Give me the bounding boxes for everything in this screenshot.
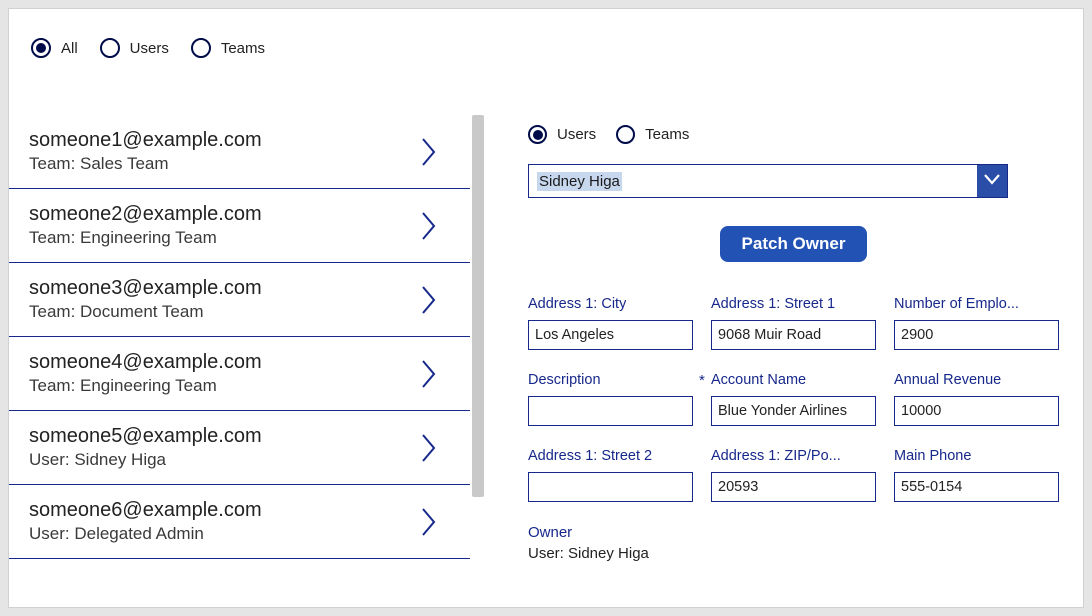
filter-users-radio[interactable]: Users <box>100 38 169 58</box>
field-label: Account Name <box>711 372 806 388</box>
field-zip: Address 1: ZIP/Po... <box>711 446 876 502</box>
scope-teams-label: Teams <box>645 126 689 143</box>
list-item[interactable]: someone4@example.com Team: Engineering T… <box>9 337 470 411</box>
scope-users-label: Users <box>557 126 596 143</box>
list-item-primary: someone2@example.com <box>29 203 262 226</box>
owner-display: Owner User: Sidney Higa <box>528 524 1059 562</box>
owner-selector-value: Sidney Higa <box>529 165 977 197</box>
radio-icon <box>191 38 211 58</box>
list-item-text: someone1@example.com Team: Sales Team <box>29 129 262 174</box>
list-item-text: someone4@example.com Team: Engineering T… <box>29 351 262 396</box>
dropdown-toggle-button[interactable] <box>977 165 1007 197</box>
list-item-text: someone3@example.com Team: Document Team <box>29 277 262 322</box>
list-item-secondary: Team: Document Team <box>29 302 262 322</box>
filter-teams-label: Teams <box>221 40 265 57</box>
list-item-secondary: Team: Engineering Team <box>29 376 262 396</box>
field-city: Address 1: City <box>528 294 693 350</box>
radio-icon <box>616 125 635 144</box>
field-label: Address 1: Street 2 <box>528 448 652 464</box>
field-phone: Main Phone <box>894 446 1059 502</box>
field-revenue: Annual Revenue <box>894 370 1059 426</box>
field-label: Description <box>528 372 601 388</box>
city-input[interactable] <box>528 320 693 350</box>
chevron-right-icon <box>420 285 438 315</box>
records-list: someone1@example.com Team: Sales Team so… <box>9 115 470 607</box>
radio-icon <box>100 38 120 58</box>
list-item-primary: someone5@example.com <box>29 425 262 448</box>
field-employees: Number of Emplo... <box>894 294 1059 350</box>
list-item-primary: someone1@example.com <box>29 129 262 152</box>
scope-users-radio[interactable]: Users <box>528 125 596 144</box>
zip-input[interactable] <box>711 472 876 502</box>
phone-input[interactable] <box>894 472 1059 502</box>
scope-radio-row: Users Teams <box>528 125 1059 144</box>
owner-selector-dropdown[interactable]: Sidney Higa <box>528 164 1008 198</box>
field-label: Annual Revenue <box>894 372 1001 388</box>
list-item[interactable]: someone6@example.com User: Delegated Adm… <box>9 485 470 559</box>
list-item-text: someone2@example.com Team: Engineering T… <box>29 203 262 248</box>
scope-teams-radio[interactable]: Teams <box>616 125 689 144</box>
filter-users-label: Users <box>130 40 169 57</box>
owner-label: Owner <box>528 524 1059 541</box>
chevron-right-icon <box>420 433 438 463</box>
list-item-secondary: User: Delegated Admin <box>29 524 262 544</box>
list-filter-row: All Users Teams <box>9 9 1083 69</box>
street2-input[interactable] <box>528 472 693 502</box>
list-item-secondary: Team: Sales Team <box>29 154 262 174</box>
list-item-secondary: User: Sidney Higa <box>29 450 262 470</box>
required-asterisk-icon: * <box>699 372 707 389</box>
app-frame: All Users Teams someone1@example.com Tea… <box>8 8 1084 608</box>
field-label: Main Phone <box>894 448 971 464</box>
street1-input[interactable] <box>711 320 876 350</box>
filter-all-label: All <box>61 40 78 57</box>
list-scrollbar[interactable] <box>472 115 484 497</box>
fields-grid: Address 1: City Address 1: Street 1 Numb… <box>528 294 1059 502</box>
list-item[interactable]: someone5@example.com User: Sidney Higa <box>9 411 470 485</box>
list-item[interactable]: someone3@example.com Team: Document Team <box>9 263 470 337</box>
chevron-right-icon <box>420 507 438 537</box>
field-street1: Address 1: Street 1 <box>711 294 876 350</box>
field-account-name: * Account Name <box>711 370 876 426</box>
list-item-primary: someone3@example.com <box>29 277 262 300</box>
detail-panel: Users Teams Sidney Higa Patch Own <box>484 69 1083 607</box>
patch-button-row: Patch Owner <box>528 226 1059 262</box>
revenue-input[interactable] <box>894 396 1059 426</box>
field-label: Address 1: Street 1 <box>711 296 835 312</box>
account-name-input[interactable] <box>711 396 876 426</box>
field-label: Number of Emplo... <box>894 296 1019 312</box>
field-description: Description <box>528 370 693 426</box>
chevron-right-icon <box>420 137 438 167</box>
records-list-panel: someone1@example.com Team: Sales Team so… <box>9 69 484 607</box>
owner-selector-text: Sidney Higa <box>537 172 622 191</box>
employees-input[interactable] <box>894 320 1059 350</box>
description-input[interactable] <box>528 396 693 426</box>
chevron-right-icon <box>420 211 438 241</box>
field-label: Address 1: ZIP/Po... <box>711 448 841 464</box>
radio-icon <box>528 125 547 144</box>
patch-owner-button[interactable]: Patch Owner <box>720 226 868 262</box>
list-item[interactable]: someone1@example.com Team: Sales Team <box>9 115 470 189</box>
filter-teams-radio[interactable]: Teams <box>191 38 265 58</box>
filter-all-radio[interactable]: All <box>31 38 78 58</box>
chevron-down-icon <box>983 172 1001 191</box>
list-item-text: someone5@example.com User: Sidney Higa <box>29 425 262 470</box>
list-item-secondary: Team: Engineering Team <box>29 228 262 248</box>
radio-icon <box>31 38 51 58</box>
list-item-primary: someone6@example.com <box>29 499 262 522</box>
main-area: someone1@example.com Team: Sales Team so… <box>9 69 1083 607</box>
list-item-primary: someone4@example.com <box>29 351 262 374</box>
field-street2: Address 1: Street 2 <box>528 446 693 502</box>
list-item[interactable]: someone2@example.com Team: Engineering T… <box>9 189 470 263</box>
owner-value: User: Sidney Higa <box>528 545 1059 562</box>
list-item-text: someone6@example.com User: Delegated Adm… <box>29 499 262 544</box>
chevron-right-icon <box>420 359 438 389</box>
field-label: Address 1: City <box>528 296 626 312</box>
